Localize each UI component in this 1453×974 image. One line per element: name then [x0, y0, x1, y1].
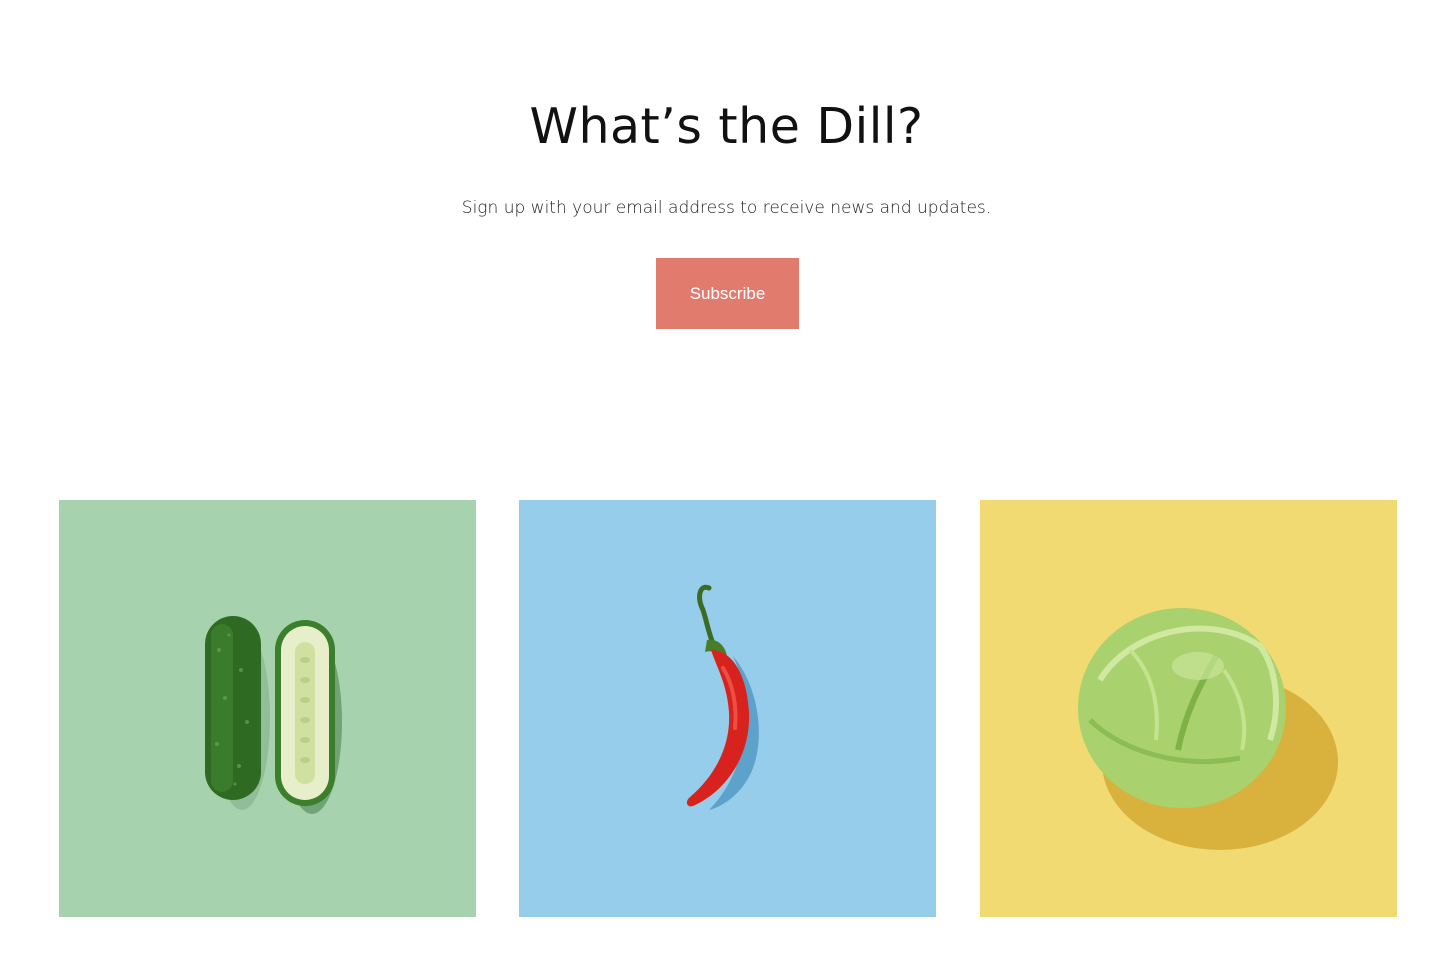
chili-pepper-image [519, 500, 936, 917]
gallery-image-cabbage [980, 500, 1397, 917]
subscribe-button[interactable]: Subscribe [656, 258, 799, 329]
cabbage-image [980, 500, 1397, 917]
cucumber-image [59, 500, 476, 917]
newsletter-subtitle: Sign up with your email address to recei… [461, 198, 992, 218]
newsletter-title: What’s the Dill? [529, 98, 924, 155]
gallery-image-cucumber [59, 500, 476, 917]
gallery-image-chili-pepper [519, 500, 936, 917]
newsletter-section: What’s the Dill? Sign up with your email… [0, 0, 1453, 420]
